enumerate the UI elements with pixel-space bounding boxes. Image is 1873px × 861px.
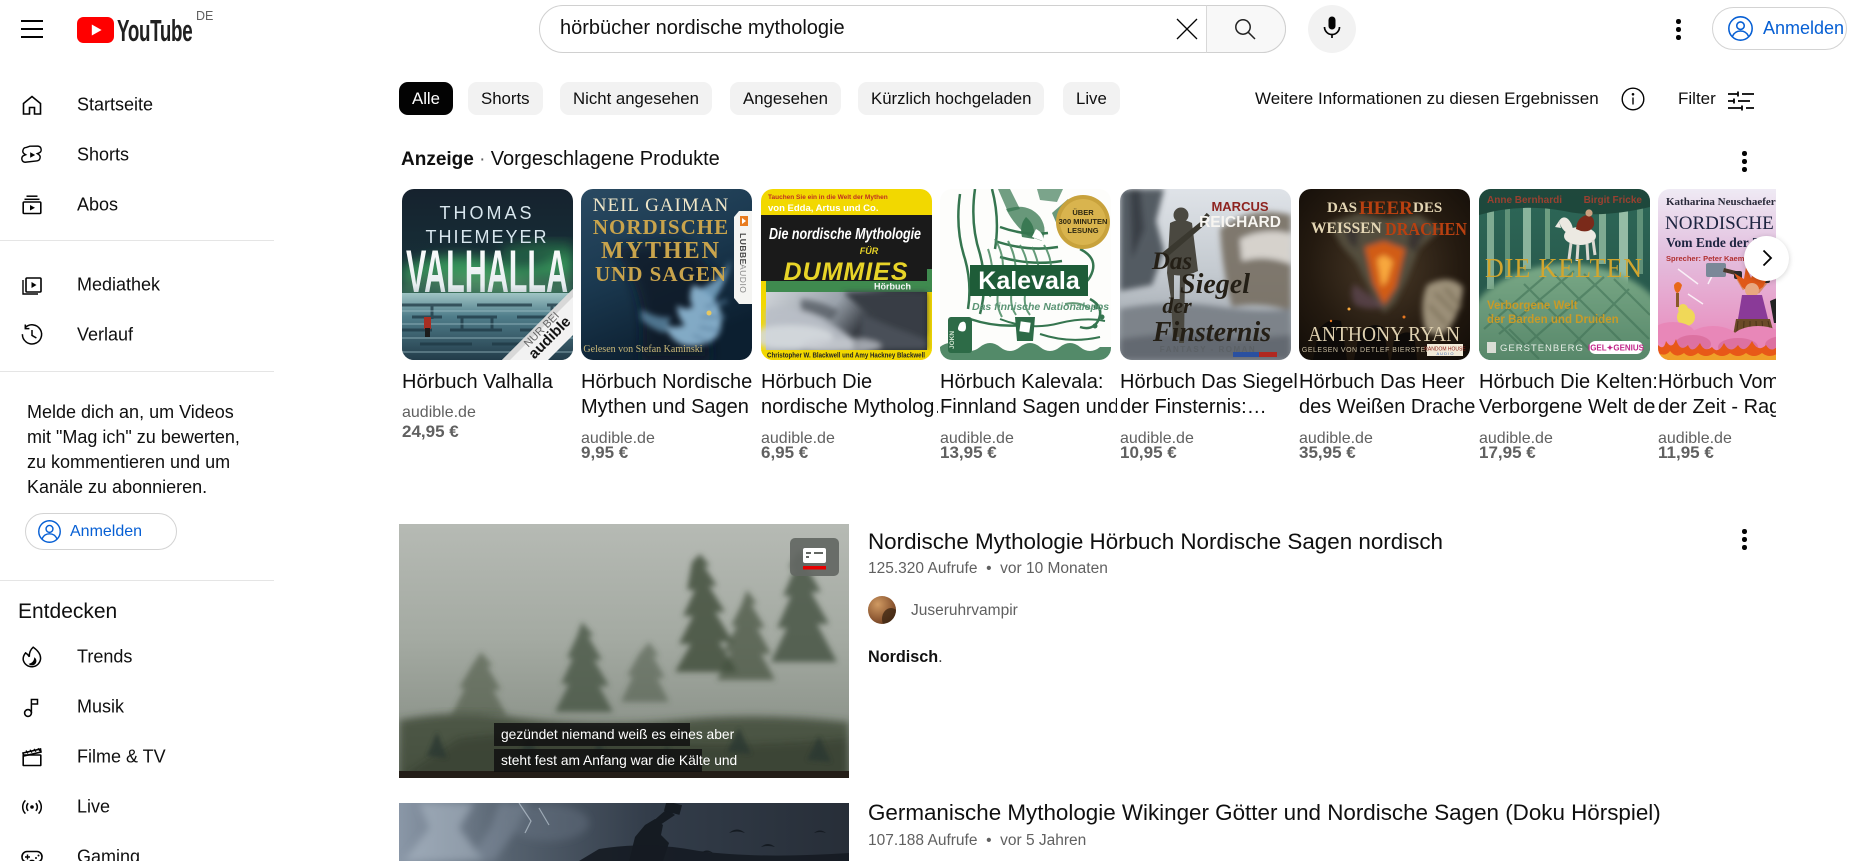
svg-text:300 MINUTEN: 300 MINUTEN: [1059, 217, 1108, 226]
svg-text:UND SAGEN: UND SAGEN: [595, 262, 727, 286]
svg-text:Verborgene Welt: Verborgene Welt: [1487, 300, 1578, 312]
svg-text:der Barden und Druiden: der Barden und Druiden: [1487, 314, 1619, 326]
svg-text:WEISSEN: WEISSEN: [1311, 220, 1382, 237]
svg-text:Die nordische Mythologie: Die nordische Mythologie: [769, 226, 921, 243]
svg-text:LUBBE: LUBBE: [738, 233, 748, 265]
svg-text:ANTHONY RYAN: ANTHONY RYAN: [1308, 322, 1460, 346]
svg-text:ÜBER: ÜBER: [1072, 208, 1094, 217]
svg-text:JOKN: JOKN: [949, 331, 956, 349]
svg-text:MYTHEN: MYTHEN: [601, 238, 721, 264]
svg-text:Anne Bernhardi: Anne Bernhardi: [1487, 195, 1562, 206]
svg-text:DIE KELTEN: DIE KELTEN: [1485, 253, 1643, 283]
svg-text:GERSTENBERG: GERSTENBERG: [1500, 343, 1584, 354]
svg-text:DES: DES: [1413, 200, 1442, 216]
svg-text:LESUNG: LESUNG: [1067, 226, 1098, 235]
svg-text:Christopher W. Blackwell und A: Christopher W. Blackwell und Amy Hackney…: [767, 353, 925, 360]
svg-text:Das finnische Nationalepos: Das finnische Nationalepos: [972, 301, 1109, 313]
svg-text:gezündet niemand weiß es eines: gezündet niemand weiß es eines aber: [501, 727, 735, 742]
svg-text:MARCUS: MARCUS: [1211, 199, 1268, 214]
svg-text:DAS: DAS: [1327, 200, 1357, 216]
svg-text:NEIL GAIMAN: NEIL GAIMAN: [593, 195, 729, 216]
svg-text:NORDISCHE SA: NORDISCHE SA: [1665, 213, 1776, 234]
svg-text:Birgit Fricke: Birgit Fricke: [1584, 195, 1643, 206]
svg-text:Hörbuch: Hörbuch: [874, 282, 911, 292]
svg-text:REICHARD: REICHARD: [1199, 214, 1281, 231]
svg-text:IGEL✦GENIUS: IGEL✦GENIUS: [1588, 344, 1645, 353]
svg-text:Kalevala: Kalevala: [978, 267, 1081, 295]
svg-text:Sprecher: Peter Kaempfe: Sprecher: Peter Kaempfe: [1666, 254, 1756, 263]
svg-text:THOMAS: THOMAS: [439, 203, 534, 223]
svg-text:GELESEN VON DETLEF BIERSTEDT: GELESEN VON DETLEF BIERSTEDT: [1302, 347, 1436, 354]
svg-text:A U D I O: A U D I O: [1437, 351, 1454, 356]
svg-text:von Edda, Artus und Co.: von Edda, Artus und Co.: [768, 203, 878, 214]
svg-text:NORDISCHE: NORDISCHE: [593, 215, 729, 239]
svg-text:der: der: [1162, 293, 1192, 318]
svg-text:HEER: HEER: [1359, 198, 1413, 219]
svg-text:Finsternis: Finsternis: [1152, 317, 1271, 348]
svg-text:steht fest am Anfang war die K: steht fest am Anfang war die Kälte und: [501, 753, 737, 768]
svg-text:Gelesen von Stefan Kaminski: Gelesen von Stefan Kaminski: [583, 344, 702, 355]
svg-text:AUDIO: AUDIO: [738, 264, 748, 293]
svg-text:FÜR: FÜR: [860, 246, 879, 256]
svg-text:DRACHEN: DRACHEN: [1385, 219, 1467, 239]
svg-text:Katharina Neuschaefer: Katharina Neuschaefer: [1666, 196, 1776, 208]
svg-text:Tauchen Sie ein in die Welt de: Tauchen Sie ein in die Welt der Mythen: [768, 194, 888, 201]
